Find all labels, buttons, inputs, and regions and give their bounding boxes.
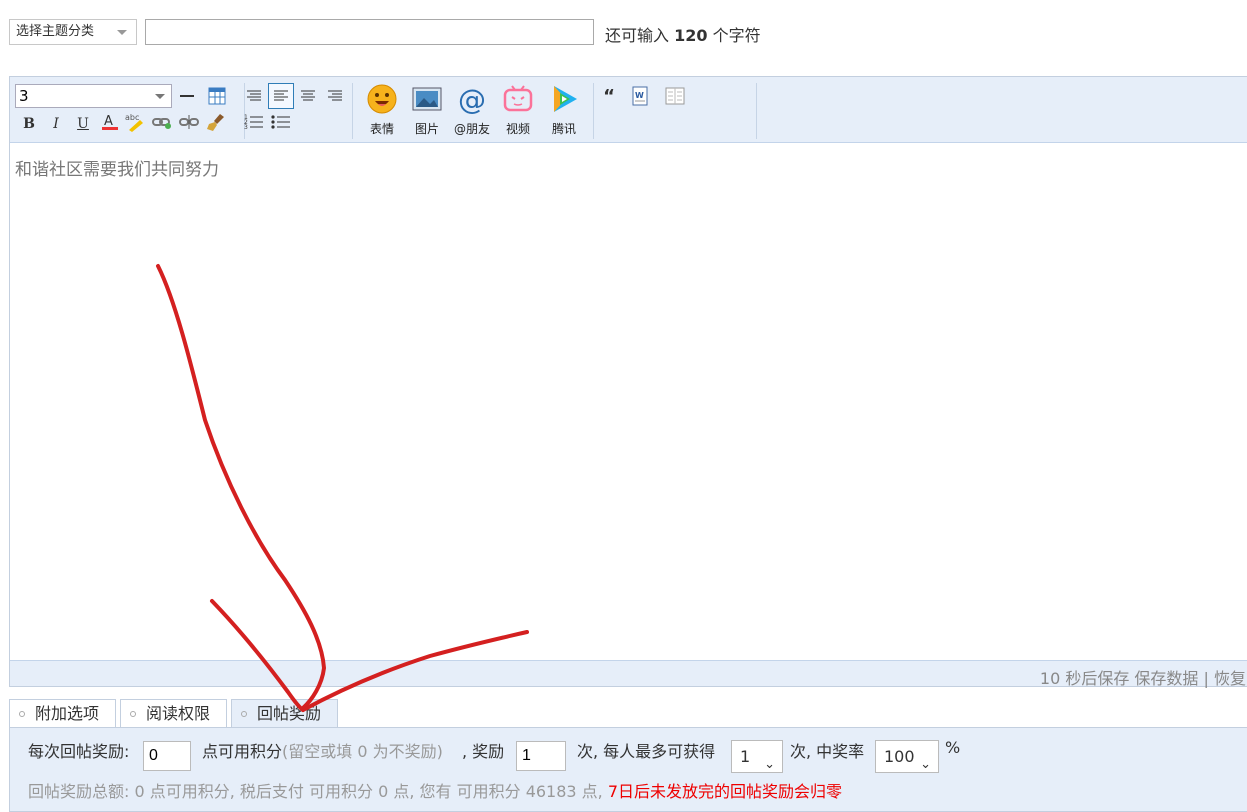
tencent-video-button[interactable]: 腾讯 xyxy=(542,83,586,139)
reply-reward-panel: 每次回帖奖励: 点可用积分(留空或填 0 为不奖励) , 奖励 次, 每人最多可… xyxy=(9,727,1247,812)
reward-unit-text: 点可用积分(留空或填 0 为不奖励) xyxy=(202,738,443,762)
tab-label: 附加选项 xyxy=(35,704,100,723)
toolbar-separator xyxy=(352,83,353,139)
tab-label: 回帖奖励 xyxy=(257,704,322,723)
topic-category-select[interactable]: 选择主题分类 xyxy=(9,19,137,45)
win-rate-value: 100 xyxy=(884,747,915,766)
emoji-label: 表情 xyxy=(369,122,394,136)
reward-times-input[interactable] xyxy=(516,741,566,771)
chevron-down-icon xyxy=(117,30,127,35)
source-mode-icon[interactable] xyxy=(664,85,686,107)
table-icon[interactable] xyxy=(206,85,228,107)
reward-unit: 点可用积分 xyxy=(202,742,283,761)
bullet-icon xyxy=(19,711,25,717)
char-count-suffix: 个字符 xyxy=(712,26,761,45)
smiley-icon xyxy=(367,84,397,114)
win-rate-select[interactable]: 100 ⌄ xyxy=(875,740,939,773)
unlink-icon[interactable] xyxy=(178,111,200,133)
post-editor: 3 B I U A abc 1 2 3 表情 图片 @ @朋友 视频 腾讯 “ … xyxy=(9,76,1247,689)
toolbar-separator xyxy=(593,83,594,139)
max-per-person-select[interactable]: 1 ⌄ xyxy=(731,740,783,773)
topic-category-label: 选择主题分类 xyxy=(16,24,95,39)
char-count-prefix: 还可输入 xyxy=(605,26,670,45)
bullet-icon xyxy=(241,711,247,717)
reward-times-label: , 奖励 xyxy=(462,742,505,761)
subject-input[interactable] xyxy=(145,19,594,45)
chevron-down-icon: ⌄ xyxy=(764,757,775,772)
underline-icon[interactable]: U xyxy=(72,113,94,135)
bilibili-icon xyxy=(503,85,533,112)
word-paste-icon[interactable]: W xyxy=(629,85,651,107)
tab-label: 阅读权限 xyxy=(146,704,211,723)
chevron-down-icon xyxy=(155,94,165,99)
tab-reply-reward[interactable]: 回帖奖励 xyxy=(231,699,338,729)
svg-text:3: 3 xyxy=(244,124,248,131)
ordered-list-icon[interactable]: 123 xyxy=(243,111,265,133)
reward-hint: (留空或填 0 为不奖励) xyxy=(282,742,443,761)
align-left-icon[interactable] xyxy=(243,85,265,107)
font-size-select[interactable]: 3 xyxy=(15,84,172,108)
tab-read-permission[interactable]: 阅读权限 xyxy=(120,699,227,728)
font-color-icon[interactable]: A xyxy=(99,111,121,133)
image-icon xyxy=(412,87,442,111)
mention-friend-label: @朋友 xyxy=(453,122,490,136)
per-reply-reward-input[interactable] xyxy=(143,741,191,771)
link-icon[interactable] xyxy=(151,111,173,133)
per-reply-reward-label: 每次回帖奖励: xyxy=(28,742,130,761)
max-per-person-label: 次, 每人最多可获得 xyxy=(577,742,716,761)
clear-format-icon[interactable] xyxy=(205,111,227,133)
chevron-down-icon: ⌄ xyxy=(920,757,931,772)
reward-summary-text: 回帖奖励总额: 0 点可用积分, 税后支付 可用积分 0 点, 您有 可用积分 … xyxy=(28,782,603,801)
mention-friend-button[interactable]: @ @朋友 xyxy=(450,83,494,139)
char-count-number: 120 xyxy=(674,26,708,45)
reward-summary: 回帖奖励总额: 0 点可用积分, 税后支付 可用积分 0 点, 您有 可用积分 … xyxy=(28,778,842,802)
reward-expiry-warning: 7日后未发放完的回帖奖励会归零 xyxy=(607,782,843,801)
svg-text:abc: abc xyxy=(125,113,139,122)
max-per-person-value: 1 xyxy=(740,747,751,766)
image-button[interactable]: 图片 xyxy=(405,83,449,139)
emoji-button[interactable]: 表情 xyxy=(360,83,404,139)
editor-placeholder[interactable]: 和谐社区需要我们共同努力 xyxy=(15,155,219,180)
at-icon: @ xyxy=(458,83,486,115)
svg-text:@: @ xyxy=(458,83,486,115)
align-right-icon[interactable] xyxy=(324,85,346,107)
toolbar-separator xyxy=(756,83,757,139)
bold-icon[interactable]: B xyxy=(18,113,40,135)
video-button[interactable]: 视频 xyxy=(496,83,540,139)
tencent-video-label: 腾讯 xyxy=(551,122,576,136)
image-label: 图片 xyxy=(414,122,439,136)
autosave-status[interactable]: 10 秒后保存 保存数据 | 恢复 xyxy=(1040,665,1246,689)
tencent-video-icon xyxy=(554,86,577,112)
unordered-list-icon[interactable] xyxy=(270,111,292,133)
win-rate-label: 次, 中奖率 xyxy=(790,742,865,761)
editor-toolbar: 3 B I U A abc 1 2 3 表情 图片 @ @朋友 视频 腾讯 “ … xyxy=(10,77,1247,143)
editor-footer: 10 秒后保存 保存数据 | 恢复 xyxy=(10,660,1247,689)
bullet-icon xyxy=(130,711,136,717)
percent-sign: % xyxy=(945,738,961,757)
highlight-icon[interactable]: abc xyxy=(124,111,146,133)
svg-text:A: A xyxy=(104,114,113,129)
quote-icon[interactable]: “ xyxy=(598,85,620,107)
font-size-value: 3 xyxy=(19,87,29,105)
italic-icon[interactable]: I xyxy=(45,113,67,135)
align-center-icon[interactable] xyxy=(268,83,294,109)
svg-text:W: W xyxy=(635,91,644,100)
video-label: 视频 xyxy=(505,122,530,136)
tab-extra-options[interactable]: 附加选项 xyxy=(9,699,116,728)
align-justify-icon[interactable] xyxy=(297,85,319,107)
char-count: 还可输入 120 个字符 xyxy=(605,22,761,46)
horizontal-rule-icon[interactable] xyxy=(176,85,198,107)
